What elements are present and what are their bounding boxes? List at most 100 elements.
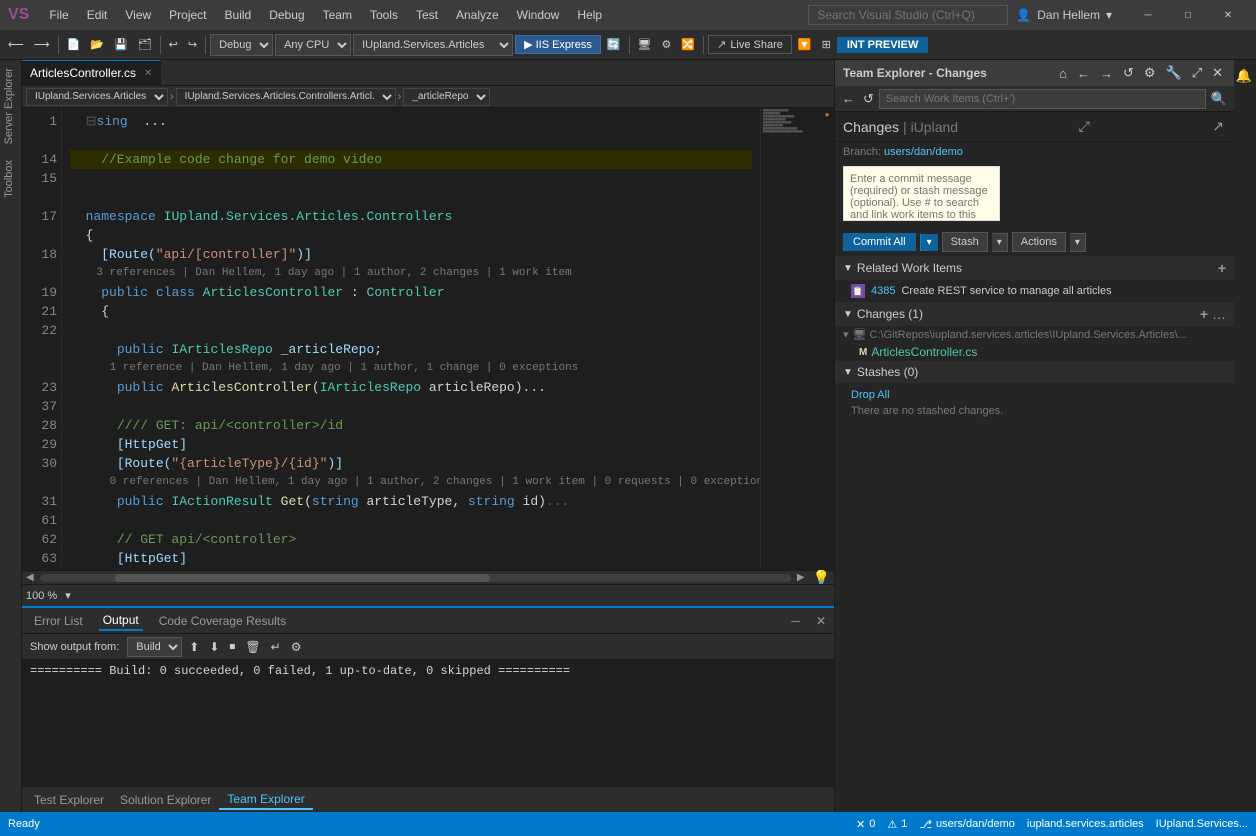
te-close-button[interactable]: ✕ — [1209, 64, 1226, 82]
user-dropdown-icon[interactable]: ▾ — [1106, 8, 1112, 22]
run-button[interactable]: ▶ IIS Express — [515, 35, 601, 54]
menu-file[interactable]: File — [41, 6, 76, 24]
toolbar-icon-2[interactable]: ⚙ — [658, 36, 676, 53]
new-project-button[interactable]: 📄 — [63, 36, 85, 53]
menu-window[interactable]: Window — [509, 6, 568, 24]
menu-tools[interactable]: Tools — [362, 6, 406, 24]
output-minimize-button[interactable]: ─ — [791, 614, 800, 628]
errors-status[interactable]: ✕ 0 — [856, 818, 875, 831]
layout-button[interactable]: ⊞ — [818, 36, 835, 53]
tab-close-button[interactable]: ✕ — [144, 68, 152, 79]
te-forward-button[interactable]: → — [1097, 65, 1116, 82]
menu-help[interactable]: Help — [569, 6, 610, 24]
debug-config-dropdown[interactable]: Debug — [210, 34, 273, 56]
toolbar-icon-1[interactable]: 🖥 — [634, 36, 656, 53]
global-search[interactable] — [808, 5, 1008, 25]
notifications-icon[interactable]: 🔔 — [1234, 64, 1256, 88]
output-close-button[interactable]: ✕ — [816, 614, 826, 628]
output-wrap-button[interactable]: ↵ — [268, 639, 284, 655]
tab-test-explorer[interactable]: Test Explorer — [26, 791, 112, 809]
redo-button[interactable]: ↪ — [184, 36, 201, 53]
te-add-button[interactable]: ⚙ — [1141, 64, 1159, 82]
save-all-button[interactable]: 🗂 — [134, 36, 156, 53]
menu-team[interactable]: Team — [315, 6, 360, 24]
tab-code-coverage[interactable]: Code Coverage Results — [155, 612, 290, 630]
horizontal-scrollbar[interactable]: ◀ ▶ 💡 — [22, 570, 834, 584]
back-button[interactable]: ⟵ — [4, 36, 28, 53]
changes-files-more-button[interactable]: … — [1212, 306, 1226, 322]
stashes-section[interactable]: ▼ Stashes (0) — [835, 361, 1234, 383]
te-refresh-button[interactable]: ↺ — [1120, 64, 1137, 82]
live-share-button[interactable]: ↗ Live Share — [708, 35, 792, 54]
work-item-id[interactable]: 4385 — [871, 285, 895, 297]
stash-button[interactable]: Stash — [942, 232, 988, 252]
toolbox-tab[interactable]: Toolbox — [0, 152, 21, 206]
drop-all-link[interactable]: Drop All — [851, 389, 890, 401]
tab-team-explorer-bottom[interactable]: Team Explorer — [219, 790, 312, 810]
work-items-search[interactable] — [879, 89, 1206, 109]
refresh-button[interactable]: 🔄 — [603, 36, 625, 53]
open-button[interactable]: 📂 — [86, 36, 108, 53]
changes-filter-icon[interactable]: ↗ — [1210, 118, 1226, 135]
output-down-button[interactable]: ⬇ — [206, 639, 222, 655]
changes-files-add-button[interactable]: + — [1200, 306, 1208, 322]
output-stop-button[interactable]: ⏹ — [226, 638, 238, 655]
actions-dropdown-button[interactable]: ▾ — [1070, 233, 1086, 252]
changes-expand-icon[interactable]: ⤢ — [1077, 118, 1092, 135]
scroll-left-button[interactable]: ◀ — [22, 572, 38, 583]
tab-output[interactable]: Output — [99, 611, 143, 631]
output-source-dropdown[interactable]: Build — [127, 637, 182, 657]
forward-button[interactable]: ⟶ — [30, 36, 54, 53]
toolbar-icon-3[interactable]: 🔀 — [677, 36, 699, 53]
menu-build[interactable]: Build — [217, 6, 260, 24]
server-explorer-tab[interactable]: Server Explorer — [0, 60, 21, 152]
code-editor[interactable]: 1 14 15 17 18 19 21 22 23 37 — [22, 108, 834, 570]
menu-project[interactable]: Project — [161, 6, 214, 24]
int-preview-button[interactable]: INT PREVIEW — [837, 37, 929, 53]
project-dropdown[interactable]: IUpland.Services.Articles — [353, 34, 513, 56]
maximize-button[interactable]: □ — [1168, 0, 1208, 30]
stash-dropdown-button[interactable]: ▾ — [992, 233, 1008, 252]
actions-button[interactable]: Actions — [1012, 232, 1066, 252]
breadcrumb-namespace[interactable]: IUpland.Services.Articles — [26, 88, 168, 106]
undo-button[interactable]: ↩ — [165, 36, 182, 53]
editor-tab-articles-controller[interactable]: ArticlesController.cs ✕ — [22, 60, 161, 85]
scroll-right-button[interactable]: ▶ — [793, 572, 809, 583]
output-clear-button[interactable]: 🗑 — [242, 639, 263, 655]
breadcrumb-class[interactable]: IUpland.Services.Articles.Controllers.Ar… — [176, 88, 396, 106]
save-button[interactable]: 💾 — [110, 36, 132, 53]
te-search-button[interactable]: 🔍 — [1208, 90, 1230, 108]
te-toolbar-refresh[interactable]: ↺ — [860, 90, 877, 108]
menu-edit[interactable]: Edit — [79, 6, 116, 24]
commit-all-dropdown-button[interactable]: ▾ — [920, 234, 938, 251]
close-button[interactable]: ✕ — [1208, 0, 1248, 30]
branch-name-link[interactable]: users/dan/demo — [884, 146, 963, 158]
output-up-button[interactable]: ⬆ — [186, 639, 202, 655]
code-text[interactable]: ⊟sing ... //Example code change for demo… — [62, 108, 760, 570]
minimize-button[interactable]: ─ — [1128, 0, 1168, 30]
branch-status[interactable]: ⎇ users/dan/demo — [919, 818, 1015, 831]
filter-button[interactable]: 🔽 — [794, 36, 816, 53]
changes-files-section[interactable]: ▼ Changes (1) + … — [835, 302, 1234, 326]
warnings-status[interactable]: ⚠ 1 — [887, 818, 907, 831]
platform-status[interactable]: IUpland.Services... — [1156, 818, 1248, 831]
project-status[interactable]: iupland.services.articles — [1027, 818, 1144, 831]
te-back-button[interactable]: ← — [1074, 65, 1093, 82]
te-expand-button[interactable]: ⤢ — [1189, 64, 1205, 82]
breadcrumb-field[interactable]: _articleRepo — [403, 88, 490, 106]
menu-debug[interactable]: Debug — [261, 6, 312, 24]
menu-test[interactable]: Test — [408, 6, 446, 24]
te-home-button[interactable]: ⌂ — [1056, 65, 1070, 82]
te-settings-button[interactable]: 🔧 — [1163, 64, 1185, 82]
changes-file-row[interactable]: M ArticlesController.cs — [835, 343, 1234, 361]
horizontal-scroll-thumb[interactable] — [115, 574, 491, 582]
te-toolbar-back[interactable]: ← — [839, 90, 858, 107]
related-work-items-section[interactable]: ▼ Related Work Items + — [835, 256, 1234, 280]
zoom-dropdown-icon[interactable]: ▾ — [65, 589, 71, 602]
output-settings-button[interactable]: ⚙ — [288, 639, 305, 655]
menu-view[interactable]: View — [117, 6, 159, 24]
related-work-items-add-button[interactable]: + — [1218, 260, 1226, 276]
platform-dropdown[interactable]: Any CPU — [275, 34, 351, 56]
menu-analyze[interactable]: Analyze — [448, 6, 507, 24]
tab-solution-explorer[interactable]: Solution Explorer — [112, 791, 219, 809]
